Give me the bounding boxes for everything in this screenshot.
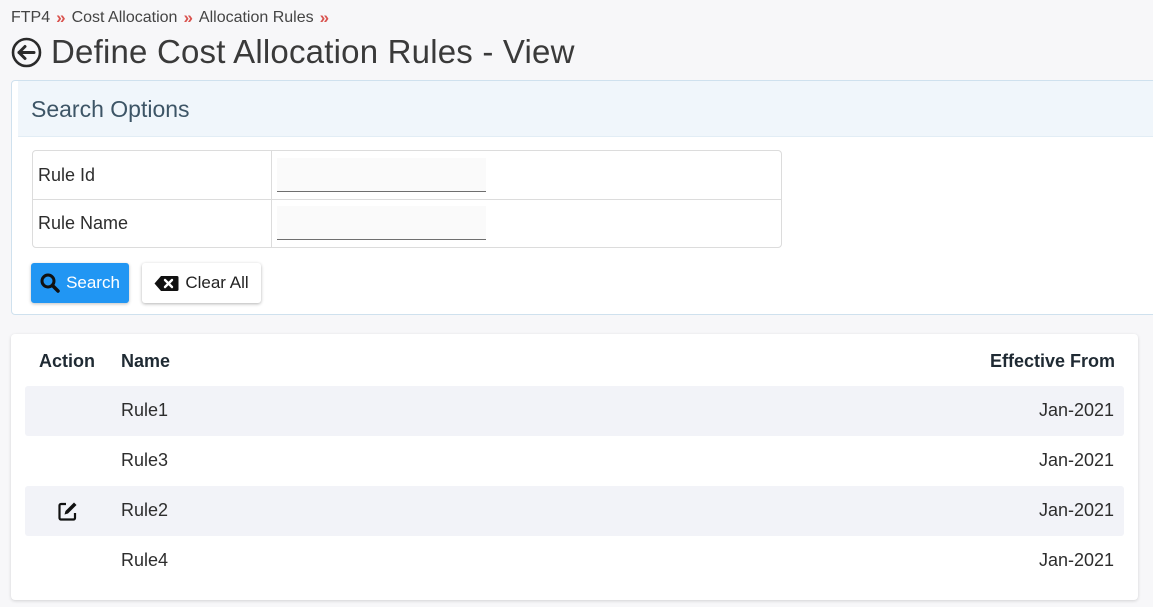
- column-header-action: Action: [39, 351, 95, 371]
- criteria-row-rule-name: Rule Name: [33, 199, 781, 247]
- clear-all-button[interactable]: Clear All: [142, 263, 261, 303]
- rule-name-cell: Rule1: [121, 400, 169, 420]
- back-arrow-circle-icon[interactable]: [11, 37, 42, 68]
- search-options-panel: Search Options Rule Id Rule Name Search: [11, 80, 1153, 315]
- rule-id-label: Rule Id: [38, 165, 96, 185]
- search-icon: [40, 273, 60, 293]
- rule-name-cell: Rule2: [121, 500, 169, 520]
- effective-from-cell: Jan-2021: [1038, 500, 1114, 520]
- search-options-title: Search Options: [31, 96, 190, 122]
- edit-icon[interactable]: [57, 500, 79, 522]
- table-row[interactable]: Rule2 Jan-2021: [25, 486, 1124, 536]
- breadcrumb-item-ftp4[interactable]: FTP4: [11, 9, 50, 27]
- effective-from-cell: Jan-2021: [1038, 400, 1114, 420]
- search-options-header: Search Options: [18, 81, 1153, 137]
- rule-name-label: Rule Name: [38, 213, 129, 233]
- page-header: Define Cost Allocation Rules - View: [11, 33, 575, 71]
- effective-from-cell: Jan-2021: [1038, 550, 1114, 570]
- effective-from-cell: Jan-2021: [1038, 450, 1114, 470]
- criteria-row-rule-id: Rule Id: [33, 151, 781, 200]
- page-title: Define Cost Allocation Rules - View: [51, 33, 575, 70]
- rule-name-input[interactable]: [277, 206, 486, 240]
- results-table: Action Name Effective From Rule1 Jan-202…: [11, 334, 1138, 600]
- breadcrumb-separator: »: [183, 8, 193, 27]
- backspace-icon: [154, 275, 179, 292]
- breadcrumb-item-cost-allocation[interactable]: Cost Allocation: [72, 9, 178, 27]
- breadcrumb-separator: »: [56, 8, 66, 27]
- search-criteria-table: Rule Id Rule Name: [32, 150, 782, 248]
- table-row[interactable]: Rule3 Jan-2021: [25, 436, 1124, 486]
- table-row[interactable]: Rule1 Jan-2021: [25, 386, 1124, 436]
- breadcrumb: FTP4 » Cost Allocation » Allocation Rule…: [11, 8, 335, 28]
- rule-id-input[interactable]: [277, 158, 486, 192]
- breadcrumb-separator: »: [319, 8, 330, 27]
- breadcrumb-item-allocation-rules[interactable]: Allocation Rules: [199, 9, 314, 27]
- rule-name-cell: Rule3: [121, 450, 169, 470]
- search-button-label: Search: [66, 273, 120, 292]
- clear-all-button-label: Clear All: [185, 273, 249, 292]
- table-row[interactable]: Rule4 Jan-2021: [25, 536, 1124, 586]
- search-button[interactable]: Search: [31, 263, 129, 303]
- column-header-effective-from[interactable]: Effective From: [990, 351, 1115, 372]
- rule-name-cell: Rule4: [121, 550, 169, 570]
- column-header-name[interactable]: Name: [121, 351, 170, 372]
